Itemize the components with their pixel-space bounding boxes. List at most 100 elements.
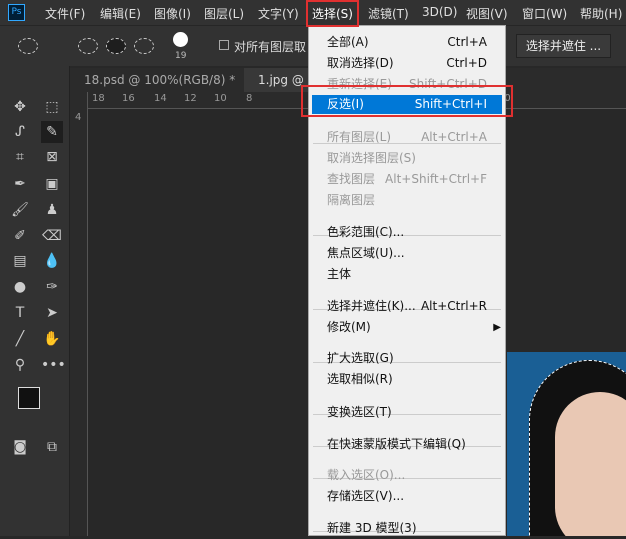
menu-type[interactable]: 文字(Y)	[258, 5, 299, 22]
quick-selection-tool-icon[interactable]: ✎	[41, 121, 63, 143]
stamp-tool-icon[interactable]: ♟	[41, 199, 63, 221]
menu-item-label: 查找图层	[327, 172, 376, 186]
menu-item-label: 隔离图层	[327, 193, 376, 207]
foreground-color-swatch[interactable]	[18, 387, 40, 409]
menu-item[interactable]: 在快速蒙版模式下编辑(Q)	[309, 434, 505, 455]
menu-item-label: 取消选择(D)	[327, 56, 394, 70]
menu-item[interactable]: 焦点区域(U)...	[309, 243, 505, 264]
menu-filter[interactable]: 滤镜(T)	[368, 5, 409, 22]
type-tool-icon[interactable]: T	[9, 302, 31, 324]
menu-item-label: 全部(A)	[327, 35, 369, 49]
menu-item: 所有图层(L) Alt+Ctrl+A	[309, 127, 505, 148]
menu-window[interactable]: 窗口(W)	[522, 5, 567, 22]
highlight-box-select-menu	[306, 0, 359, 27]
menu-file[interactable]: 文件(F)	[45, 5, 85, 22]
ruler-label: 4	[75, 112, 82, 123]
menu-help[interactable]: 帮助(H)	[580, 5, 622, 22]
menu-item-shortcut: Alt+Ctrl+R	[420, 299, 487, 313]
ruler-label: 8	[246, 93, 253, 104]
menu-item-label: 主体	[327, 267, 352, 281]
photoshop-logo: Ps	[8, 4, 25, 21]
eraser-tool-icon[interactable]: ⌫	[41, 225, 63, 247]
menu-item-label: 焦点区域(U)...	[327, 246, 405, 260]
menu-image[interactable]: 图像(I)	[154, 5, 191, 22]
ruler-label: 18	[92, 93, 105, 104]
new-selection-icon[interactable]	[78, 38, 98, 54]
pen-tool-icon[interactable]: ✑	[41, 276, 63, 298]
hand-tool-icon[interactable]: ✋	[41, 328, 63, 350]
menu-item[interactable]: 修改(M) ▶	[309, 317, 505, 338]
menu-item[interactable]: 色彩范围(C)...	[309, 222, 505, 243]
ruler-label: 12	[184, 93, 197, 104]
menu-item[interactable]: 变换选区(T)	[309, 402, 505, 423]
subtract-selection-icon[interactable]	[134, 38, 154, 54]
menu-item[interactable]: 取消选择(D) Ctrl+D	[309, 53, 505, 74]
menu-item[interactable]: 存储选区(V)...	[309, 486, 505, 507]
blur-tool-icon[interactable]: 💧	[41, 250, 63, 272]
spot-healing-tool-icon[interactable]: ▣	[41, 173, 63, 195]
menu-item-label: 所有图层(L)	[327, 130, 392, 144]
face	[555, 392, 626, 536]
menu-item-label: 变换选区(T)	[327, 405, 392, 419]
eyedropper-tool-icon[interactable]: ✒	[9, 173, 31, 195]
menu-item-label: 新建 3D 模型(3)	[327, 521, 417, 535]
more-tools-icon[interactable]: •••	[41, 354, 66, 376]
tools-panel: ✥ ⬚ ᔑ ✎ ⌗ ⊠ ✒ ▣ 🖌 ♟ ✐ ⌫ ▤ 💧 ● ✑ T ➤ ╱ ✋ …	[0, 66, 70, 536]
menu-item-shortcut: Ctrl+A	[447, 35, 487, 49]
vertical-ruler: 4	[70, 92, 88, 536]
menu-item-label: 在快速蒙版模式下编辑(Q)	[327, 437, 466, 451]
ruler-label: 10	[214, 93, 227, 104]
menu-3d[interactable]: 3D(D)	[422, 5, 457, 19]
menu-item-label: 载入选区(O)...	[327, 468, 406, 482]
menu-item: 取消选择图层(S)	[309, 148, 505, 169]
menu-item: 载入选区(O)...	[309, 465, 505, 486]
menu-item-label: 取消选择图层(S)	[327, 151, 416, 165]
add-to-selection-icon[interactable]	[106, 38, 126, 54]
brush-tip-icon[interactable]	[173, 32, 188, 47]
menu-item: 隔离图层	[309, 190, 505, 211]
tab-18-psd[interactable]: 18.psd @ 100%(RGB/8) * ×	[70, 68, 242, 111]
portrait-image	[507, 352, 626, 536]
menu-item-label: 选取相似(R)	[327, 372, 393, 386]
sample-all-layers-checkbox[interactable]	[219, 40, 229, 50]
menu-item-label: 存储选区(V)...	[327, 489, 405, 503]
brush-tool-icon[interactable]: 🖌	[9, 199, 31, 221]
path-selection-tool-icon[interactable]: ➤	[41, 302, 63, 324]
menu-item: 查找图层 Alt+Shift+Ctrl+F	[309, 169, 505, 190]
menu-item-label: 扩大选取(G)	[327, 351, 394, 365]
dodge-tool-icon[interactable]: ●	[9, 276, 31, 298]
menu-edit[interactable]: 编辑(E)	[100, 5, 141, 22]
gradient-tool-icon[interactable]: ▤	[9, 250, 31, 272]
menu-layer[interactable]: 图层(L)	[204, 5, 244, 22]
highlight-box-inverse	[301, 85, 513, 117]
menu-item[interactable]: 扩大选取(G)	[309, 348, 505, 369]
zoom-tool-icon[interactable]: ⚲	[9, 354, 31, 376]
menu-item[interactable]: 全部(A) Ctrl+A	[309, 32, 505, 53]
select-and-mask-button[interactable]: 选择并遮住 ...	[516, 34, 611, 58]
menu-item[interactable]: 主体	[309, 264, 505, 285]
brush-size: 19	[175, 51, 187, 61]
ruler-label: 14	[154, 93, 167, 104]
crop-tool-icon[interactable]: ⌗	[9, 146, 31, 168]
menu-item-shortcut: Alt+Shift+Ctrl+F	[385, 172, 487, 186]
history-brush-tool-icon[interactable]: ✐	[9, 225, 31, 247]
lasso-tool-icon[interactable]: ᔑ	[9, 121, 31, 143]
line-tool-icon[interactable]: ╱	[9, 328, 31, 350]
marquee-tool-icon[interactable]: ⬚	[41, 96, 63, 118]
menu-item-shortcut: Ctrl+D	[446, 56, 487, 70]
submenu-arrow-icon: ▶	[493, 322, 501, 333]
menu-item-label: 选择并遮住(K)...	[327, 299, 416, 313]
menu-view[interactable]: 视图(V)	[466, 5, 508, 22]
sample-all-layers-label: 对所有图层取	[234, 40, 307, 54]
quick-selection-preset-icon[interactable]	[18, 38, 38, 54]
tab-label: 18.psd @ 100%(RGB/8) *	[84, 73, 236, 87]
ruler-label: 16	[122, 93, 135, 104]
screen-mode-icon[interactable]: ⧉	[41, 436, 63, 458]
move-tool-icon[interactable]: ✥	[9, 96, 31, 118]
menu-item[interactable]: 选取相似(R)	[309, 369, 505, 390]
menu-item-shortcut: Alt+Ctrl+A	[421, 130, 487, 144]
quick-mask-icon[interactable]: ◙	[9, 436, 31, 458]
frame-tool-icon[interactable]: ⊠	[41, 146, 63, 168]
menu-item[interactable]: 选择并遮住(K)... Alt+Ctrl+R	[309, 296, 505, 317]
menu-item-label: 修改(M)	[327, 320, 371, 334]
